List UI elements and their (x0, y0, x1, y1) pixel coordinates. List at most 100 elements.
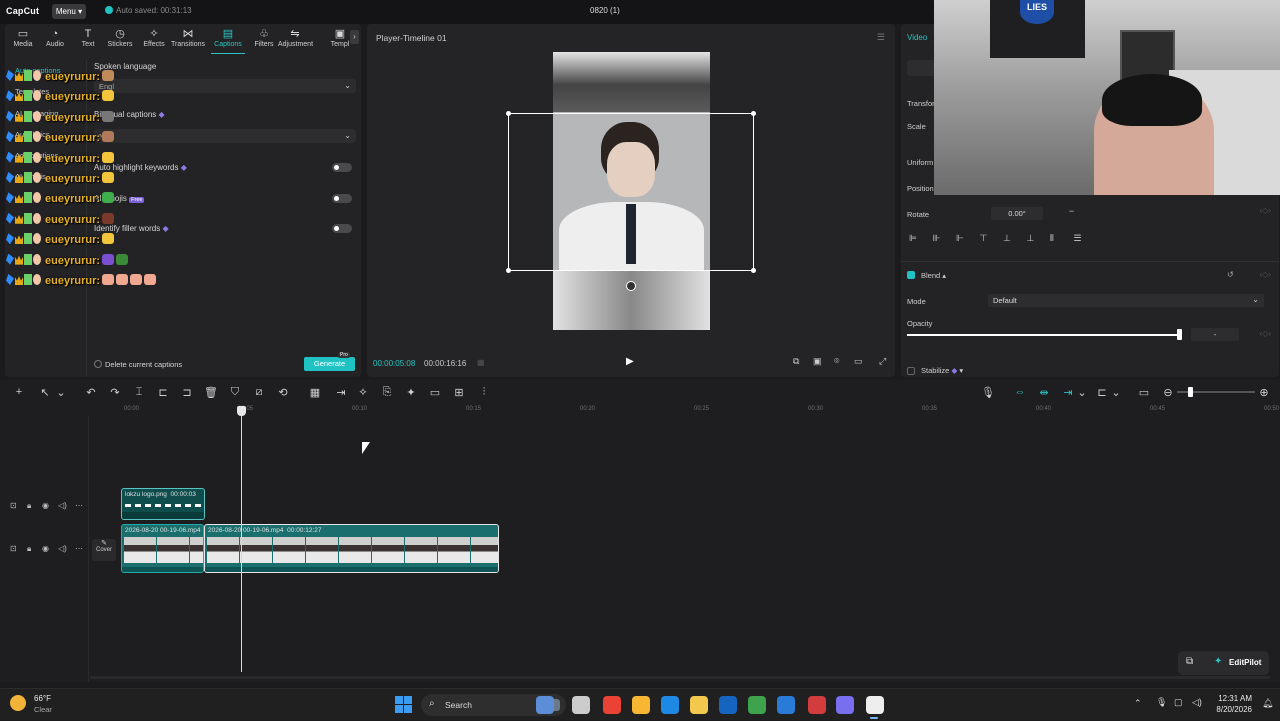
clock-time[interactable]: 12:31 AM (1214, 694, 1252, 703)
editpilot-widget[interactable]: ⧉ ✦ EditPilot (1178, 651, 1269, 675)
folder-icon[interactable] (690, 696, 708, 714)
audio-split-icon[interactable]: ⫶ (477, 386, 491, 399)
ai-icon[interactable]: ✦ (404, 386, 418, 399)
aspect-ratio-icon[interactable]: ▭ (854, 356, 863, 367)
zoom-out-icon[interactable]: ⊖ (1161, 386, 1175, 399)
freeze-icon[interactable]: ▦ (308, 386, 322, 399)
resize-handle-tl[interactable] (506, 111, 511, 116)
rotate-input[interactable]: 0.00° (991, 207, 1043, 220)
speaker-icon[interactable]: ◁) (58, 501, 67, 510)
ratio-icon[interactable]: ⧉ (793, 356, 799, 367)
resize-handle-br[interactable] (751, 268, 756, 273)
more-icon[interactable]: ⋯ (75, 544, 83, 553)
sub-tab-strip[interactable] (907, 60, 937, 76)
filler-words-toggle[interactable] (332, 224, 352, 233)
blend-keyframe-icon[interactable]: ‹◇› (1260, 270, 1271, 279)
main-clip-b[interactable]: 2026-08-20 00-19-06.mp4 00:00:12:27 (204, 524, 499, 573)
track-collapse-icon[interactable]: ⊡ (10, 544, 17, 553)
edge-icon[interactable] (661, 696, 679, 714)
volume-icon[interactable]: ◁) (1192, 697, 1202, 708)
generate-button[interactable]: Generate (304, 357, 355, 371)
menu-button[interactable]: Menu ▾ (52, 4, 86, 19)
playhead-handle-icon[interactable] (237, 406, 246, 416)
chrome-icon[interactable] (603, 696, 621, 714)
opacity-slider-thumb[interactable] (1177, 329, 1182, 340)
clock-date[interactable]: 8/20/2026 (1214, 705, 1252, 714)
retouch-icon[interactable]: ⟡ (356, 386, 370, 399)
align-top-icon[interactable]: ⊤ (980, 233, 988, 244)
extract-icon[interactable]: ⇥ (334, 386, 348, 399)
rotate-handle-icon[interactable] (626, 281, 636, 291)
distribute-h-icon[interactable]: ⫴ (1050, 233, 1054, 244)
eye-icon[interactable]: ◉ (42, 501, 49, 510)
quality-icon[interactable]: ▣ (813, 356, 822, 367)
network-icon[interactable]: ▢ (1174, 697, 1183, 708)
overlay-clip[interactable]: lokzu logo.png 00:00:03 (121, 488, 205, 520)
more-icon[interactable]: ⋯ (75, 501, 83, 510)
select-tool-icon[interactable]: ↖ (38, 386, 52, 399)
timeline-ruler[interactable]: 00:0000:0500:1000:1500:2000:2500:3000:35… (0, 406, 1280, 416)
main-clip-a[interactable]: 2026-08-20 00-19-06.mp4 (121, 524, 204, 573)
tray-overflow-icon[interactable]: ⌃ (1134, 698, 1142, 709)
editpilot-panel-icon[interactable]: ⧉ (1186, 656, 1193, 667)
discord-icon[interactable] (836, 696, 854, 714)
outlook-icon[interactable] (777, 696, 795, 714)
blend-reset-icon[interactable]: ↺ (1227, 270, 1234, 279)
tab-adjustment[interactable]: ⇋ Adjustment (278, 28, 313, 48)
split-left-icon[interactable]: ⊏ (156, 386, 170, 399)
file-explorer-app-icon[interactable] (572, 696, 590, 714)
resize-handle-tr[interactable] (751, 111, 756, 116)
record-app-icon[interactable] (808, 696, 826, 714)
eye-icon[interactable]: ◉ (42, 544, 49, 553)
delete-icon[interactable]: 🗑︎ (204, 386, 218, 399)
capcut-app-icon[interactable] (866, 696, 884, 714)
track-collapse-icon[interactable]: ⊡ (10, 501, 17, 510)
cover-button[interactable]: ✎ Cover (92, 539, 116, 561)
align-middle-icon[interactable]: ⊥ (1003, 233, 1011, 244)
mask-icon[interactable]: ⛉ (228, 386, 242, 399)
tab-effects[interactable]: ✧ Effects (137, 28, 171, 48)
player-menu-icon[interactable]: ☰ (877, 32, 885, 43)
distribute-v-icon[interactable]: ☰ (1074, 233, 1082, 244)
link-icon[interactable]: ⇔ (1013, 386, 1027, 398)
store-icon[interactable] (719, 696, 737, 714)
lock-icon[interactable]: 🔒︎ (27, 501, 31, 511)
opacity-slider-track[interactable] (907, 334, 1181, 336)
tab-stickers[interactable]: ◷ Stickers (103, 28, 137, 48)
caption-track-icon[interactable]: ▭ (1137, 386, 1151, 399)
keyframe-icon[interactable]: ‹◇› (1260, 206, 1271, 215)
resize-icon[interactable]: ⊞ (452, 386, 466, 399)
zoom-slider-thumb[interactable] (1188, 387, 1193, 397)
play-icon[interactable]: ▶ (626, 356, 634, 367)
timecode-grid-icon[interactable]: ▦ (477, 358, 485, 367)
record-voice-icon[interactable]: 🎙︎ (981, 386, 995, 399)
speaker-icon[interactable]: ◁) (58, 544, 67, 553)
microphone-icon[interactable]: 🎙︎ (1156, 697, 1167, 708)
fullscreen-icon[interactable]: ⤢ (879, 356, 886, 367)
windows-start-icon[interactable] (395, 696, 413, 714)
select-dropdown-icon[interactable]: ⌄ (54, 386, 68, 399)
duplicate-icon[interactable]: ⎘ (380, 386, 394, 399)
weather-temp[interactable]: 66°F (34, 694, 51, 703)
tab-audio[interactable]: ◔ Audio (38, 28, 72, 48)
xbox-icon[interactable] (748, 696, 766, 714)
tab-transitions[interactable]: ⋈ Transitions (171, 28, 205, 48)
timeline-scrollbar[interactable] (90, 676, 1270, 679)
lock-icon[interactable]: 🔒︎ (27, 544, 31, 554)
resize-handle-bl[interactable] (506, 268, 511, 273)
tab-text[interactable]: T Text (71, 28, 105, 48)
rotate-reset-icon[interactable]: − (1069, 206, 1074, 216)
stabilize-checkbox[interactable] (907, 367, 915, 375)
copilot-icon[interactable] (632, 696, 650, 714)
tab-video[interactable]: Video (907, 33, 927, 42)
widgets-icon[interactable] (536, 696, 554, 714)
redo-icon[interactable]: ↷ (108, 386, 122, 399)
highlight-keywords-toggle[interactable] (332, 163, 352, 172)
playhead[interactable] (241, 406, 242, 672)
selection-box[interactable] (508, 113, 754, 271)
align-right-icon[interactable]: ⊩ (956, 233, 964, 244)
screenshot-icon[interactable]: ⌾ (834, 356, 839, 367)
add-icon[interactable]: + (12, 386, 26, 398)
blend-checkbox[interactable] (907, 271, 915, 279)
notification-bell-icon[interactable]: 🔔︎ (1262, 698, 1273, 709)
